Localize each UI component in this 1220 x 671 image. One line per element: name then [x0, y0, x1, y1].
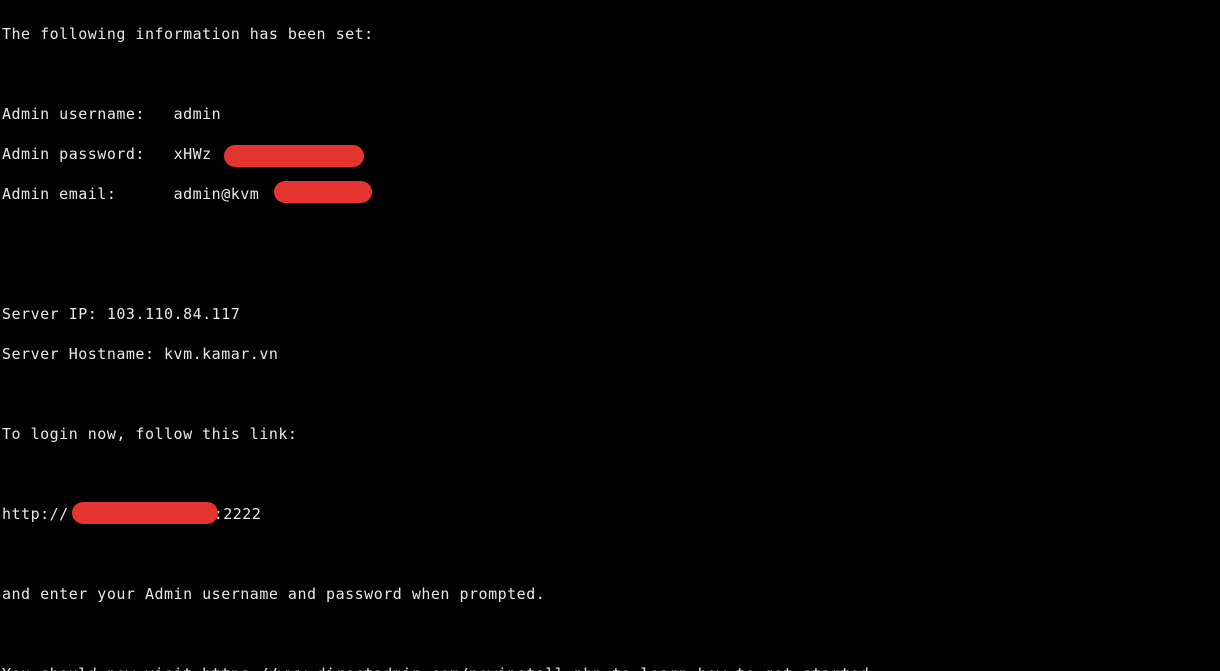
visit-line: You should now visit https://www.directa…	[2, 664, 1220, 671]
redaction-password	[224, 145, 364, 167]
redaction-email	[274, 181, 372, 203]
login-url-prefix: http://	[2, 505, 69, 523]
blank-line	[2, 624, 1220, 644]
admin-username-line: Admin username: admin	[2, 104, 1220, 124]
blank-line	[2, 224, 1220, 244]
blank-line	[2, 384, 1220, 404]
admin-password-value: xHWz	[174, 145, 212, 163]
info-header: The following information has been set:	[2, 24, 1220, 44]
server-hostname-label: Server Hostname:	[2, 345, 164, 363]
admin-password-line: Admin password: xHWz	[2, 144, 1220, 164]
admin-password-label: Admin password:	[2, 145, 174, 163]
admin-username-label: Admin username:	[2, 105, 174, 123]
server-ip-line: Server IP: 103.110.84.117	[2, 304, 1220, 324]
enter-credentials-line: and enter your Admin username and passwo…	[2, 584, 1220, 604]
server-ip-value: 103.110.84.117	[107, 305, 240, 323]
login-instruction: To login now, follow this link:	[2, 424, 1220, 444]
server-ip-label: Server IP:	[2, 305, 107, 323]
login-url-suffix: :2222	[214, 505, 262, 523]
terminal-output[interactable]: The following information has been set: …	[0, 0, 1220, 671]
server-hostname-line: Server Hostname: kvm.kamar.vn	[2, 344, 1220, 364]
blank-line	[2, 464, 1220, 484]
admin-email-label: Admin email:	[2, 185, 174, 203]
blank-line	[2, 264, 1220, 284]
blank-line	[2, 64, 1220, 84]
server-hostname-value: kvm.kamar.vn	[164, 345, 278, 363]
login-url-line: http:// :2222	[2, 504, 1220, 524]
admin-email-value: admin@kvm	[174, 185, 260, 203]
blank-line	[2, 544, 1220, 564]
admin-email-line: Admin email: admin@kvm	[2, 184, 1220, 204]
admin-username-value: admin	[174, 105, 222, 123]
